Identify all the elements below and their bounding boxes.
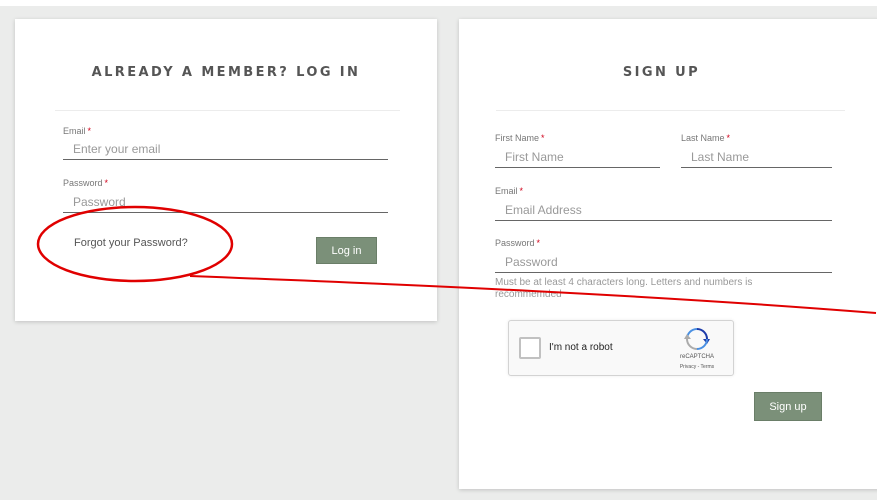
login-card: ALREADY A MEMBER? LOG IN Email* Password… xyxy=(15,19,437,321)
signup-title: SIGN UP xyxy=(622,65,701,80)
recaptcha-brand: reCAPTCHA xyxy=(679,354,714,360)
recaptcha-terms-link[interactable]: Privacy - Terms xyxy=(669,364,725,370)
login-email-label: Email * xyxy=(63,126,92,136)
last-name-label: Last Name * xyxy=(681,133,731,143)
required-mark: * xyxy=(726,133,731,143)
signup-password-label: Password * xyxy=(495,238,541,248)
recaptcha-label: I'm not a robot xyxy=(549,342,613,353)
required-mark: * xyxy=(87,126,92,136)
signup-divider xyxy=(496,110,845,111)
login-password-label: Password * xyxy=(63,178,109,188)
top-bar xyxy=(0,0,877,6)
login-title: ALREADY A MEMBER? LOG IN xyxy=(91,65,361,80)
login-button[interactable]: Log in xyxy=(316,237,377,264)
recaptcha-checkbox[interactable] xyxy=(519,337,541,359)
first-name-label: First Name * xyxy=(495,133,545,143)
login-divider xyxy=(55,110,400,111)
signup-button[interactable]: Sign up xyxy=(754,392,822,421)
required-mark: * xyxy=(104,178,109,188)
password-hint: Must be at least 4 characters long. Lett… xyxy=(495,277,753,300)
forgot-password-link[interactable]: Forgot your Password? xyxy=(74,237,188,249)
recaptcha-logo-icon xyxy=(684,328,710,350)
login-email-input[interactable] xyxy=(63,138,388,160)
last-name-input[interactable] xyxy=(681,146,832,168)
first-name-input[interactable] xyxy=(495,146,660,168)
login-password-input[interactable] xyxy=(63,191,388,213)
required-mark: * xyxy=(541,133,545,143)
signup-card: SIGN UP First Name* Last Name* Email* Pa… xyxy=(459,19,877,489)
signup-email-input[interactable] xyxy=(495,199,832,221)
required-mark: * xyxy=(536,238,541,248)
signup-password-input[interactable] xyxy=(495,251,832,273)
required-mark: * xyxy=(519,186,524,196)
recaptcha-widget: I'm not a robot reCAPTCHA Privacy - Term… xyxy=(508,320,734,376)
signup-email-label: Email * xyxy=(495,186,524,196)
